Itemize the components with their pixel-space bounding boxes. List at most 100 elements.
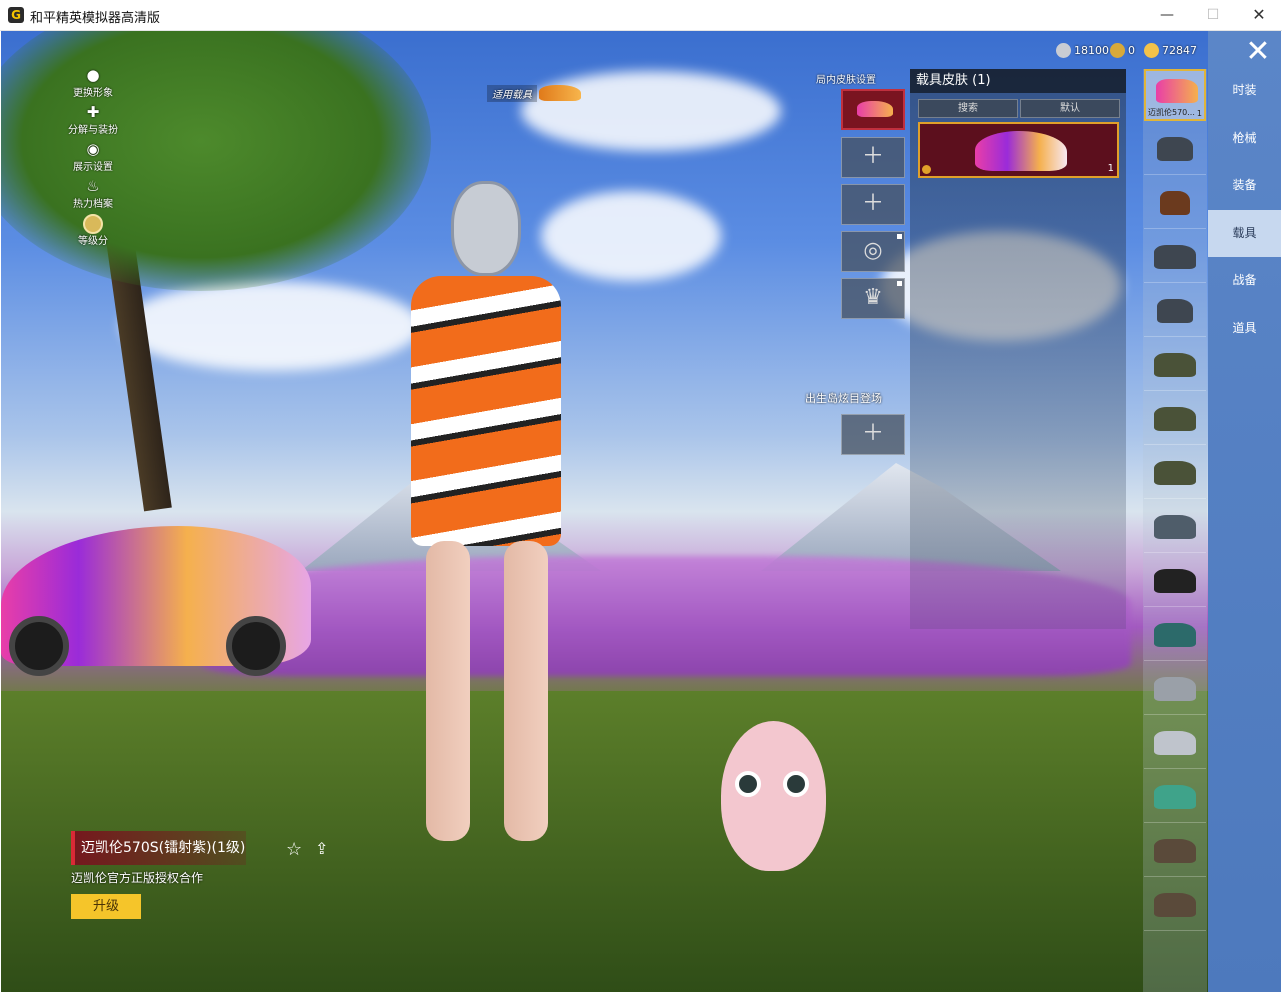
side-item-change-look[interactable]: ● 更换形象 [63, 66, 123, 103]
vehicle-skin-panel: 载具皮肤 (1) 搜索 默认 1 [910, 69, 1126, 629]
tab-weapons[interactable]: 枪械 [1208, 115, 1281, 162]
dirt-bike-icon [1157, 299, 1193, 323]
player-character[interactable] [356, 181, 606, 881]
skin-sort-dropdown[interactable]: 默认 [1020, 99, 1120, 118]
minimize-button[interactable]: — [1144, 0, 1190, 31]
motorcycle-icon [1157, 137, 1193, 161]
tab-vehicles[interactable]: 载具 [1208, 210, 1281, 257]
skin-slot-2[interactable]: ＋ [841, 137, 905, 178]
vehicle-item[interactable] [1144, 393, 1206, 445]
currency-value: 0 [1128, 43, 1135, 57]
skin-slot-4[interactable]: ◎ [841, 231, 905, 272]
vehicle-item[interactable] [1144, 879, 1206, 931]
upgrade-button[interactable]: 升级 [71, 894, 141, 919]
close-window-button[interactable]: ✕ [1236, 0, 1282, 31]
vehicle-item[interactable] [1144, 339, 1206, 391]
uaz-jeep-icon [1154, 353, 1196, 377]
side-item-label: 等级分 [78, 236, 108, 247]
monster-truck-icon [1154, 569, 1196, 593]
vehicle-item[interactable] [1144, 825, 1206, 877]
muscle-car-icon [1154, 677, 1196, 701]
person-icon: ● [86, 66, 100, 84]
app-logo-icon: G [8, 7, 24, 23]
pickup-icon [1154, 731, 1196, 755]
vehicle-item[interactable] [1144, 555, 1206, 607]
side-item-label: 更换形象 [73, 88, 113, 99]
emblem-icon: ◎ [863, 238, 883, 263]
vehicle-item-mclaren[interactable]: 迈凯伦570... 1 [1144, 69, 1206, 121]
van-icon [1154, 785, 1196, 809]
game-viewport: ● 更换形象 ✚ 分解与装扮 ◉ 展示设置 ♨ 热力档案 等级分 适用载具 18… [1, 31, 1281, 992]
vehicle-item[interactable] [1144, 231, 1206, 283]
car-wheel [226, 616, 286, 676]
silver-coin-icon [1056, 42, 1071, 58]
share-icon[interactable]: ⇪ [315, 839, 328, 858]
vehicle-count: 1 [1196, 109, 1202, 118]
currency-silver: 18100 [1056, 41, 1109, 59]
character-helmet [451, 181, 521, 276]
vehicle-item[interactable] [1144, 447, 1206, 499]
skin-card-mclaren[interactable]: 1 [918, 122, 1119, 178]
crown-icon: ♛ [863, 285, 883, 310]
vehicle-item[interactable] [1144, 609, 1206, 661]
character-leg [504, 541, 548, 841]
skin-slot-1[interactable] [841, 89, 905, 130]
side-item-decompose[interactable]: ✚ 分解与装扮 [63, 103, 123, 140]
pickup-icon [1154, 893, 1196, 917]
in-match-skin-settings-title: 局内皮肤设置 [816, 75, 876, 86]
tab-items[interactable]: 道具 [1208, 305, 1281, 352]
vehicle-item[interactable] [1144, 771, 1206, 823]
tab-outfit[interactable]: 时装 [1208, 67, 1281, 114]
window-titlebar: G 和平精英模拟器高清版 — ☐ ✕ [0, 0, 1282, 31]
side-item-heat-archive[interactable]: ♨ 热力档案 [63, 177, 123, 214]
side-menu: ● 更换形象 ✚ 分解与装扮 ◉ 展示设置 ♨ 热力档案 等级分 [63, 66, 123, 251]
skin-slot-3[interactable]: ＋ [841, 184, 905, 225]
token-icon [1110, 42, 1125, 58]
uaz-jeep-icon [1154, 461, 1196, 485]
mclaren-car-icon [975, 131, 1067, 171]
skin-search-input[interactable]: 搜索 [918, 99, 1018, 118]
coupe-icon [1154, 623, 1196, 647]
vehicle-item[interactable] [1144, 663, 1206, 715]
rank-badge-icon [63, 214, 123, 234]
puzzle-icon: ✚ [86, 103, 100, 121]
close-icon[interactable]: ✕ [1241, 37, 1275, 71]
car-icon [539, 85, 581, 101]
applicable-vehicle-label: 适用载具 [487, 84, 537, 102]
rarity-icon [922, 165, 931, 174]
spawn-entrance-slot[interactable]: ＋ [841, 414, 905, 455]
flame-icon: ♨ [86, 177, 100, 195]
skin-slot-5[interactable]: ♛ [841, 278, 905, 319]
favorite-star-icon[interactable]: ☆ [286, 839, 302, 860]
showcase-car[interactable] [1, 526, 311, 676]
mclaren-car-icon [857, 101, 893, 117]
maximize-button[interactable]: ☐ [1190, 0, 1236, 31]
character-outfit [411, 276, 561, 546]
character-leg [426, 541, 470, 841]
pickup-icon [1154, 839, 1196, 863]
pet-companion[interactable] [721, 721, 826, 871]
buggy-icon [1154, 245, 1196, 269]
vehicle-list: 迈凯伦570... 1 [1143, 69, 1207, 992]
vehicle-item[interactable] [1144, 177, 1206, 229]
selected-skin-info: 迈凯伦570S(镭射紫)(1级) ☆ ⇪ 迈凯伦官方正版授权合作 升级 [71, 831, 351, 919]
lock-icon [897, 234, 902, 239]
vehicle-item[interactable] [1144, 285, 1206, 337]
vehicle-item[interactable] [1144, 501, 1206, 553]
vehicle-skin-panel-title: 载具皮肤 (1) [910, 69, 1126, 93]
skin-description: 迈凯伦官方正版授权合作 [71, 871, 204, 885]
sedan-icon [1154, 515, 1196, 539]
tab-combat-prep[interactable]: 战备 [1208, 257, 1281, 304]
side-item-display-settings[interactable]: ◉ 展示设置 [63, 140, 123, 177]
applicable-vehicle[interactable]: 适用载具 [487, 83, 581, 103]
pet-eye [783, 771, 809, 797]
side-item-rank-score[interactable]: 等级分 [63, 214, 123, 251]
car-wheel [9, 616, 69, 676]
vehicle-item[interactable] [1144, 717, 1206, 769]
tab-equipment[interactable]: 装备 [1208, 162, 1281, 209]
uaz-jeep-icon [1154, 407, 1196, 431]
eye-icon: ◉ [86, 140, 100, 158]
side-item-label: 展示设置 [73, 162, 113, 173]
currency-value: 72847 [1162, 43, 1197, 57]
vehicle-item[interactable] [1144, 123, 1206, 175]
